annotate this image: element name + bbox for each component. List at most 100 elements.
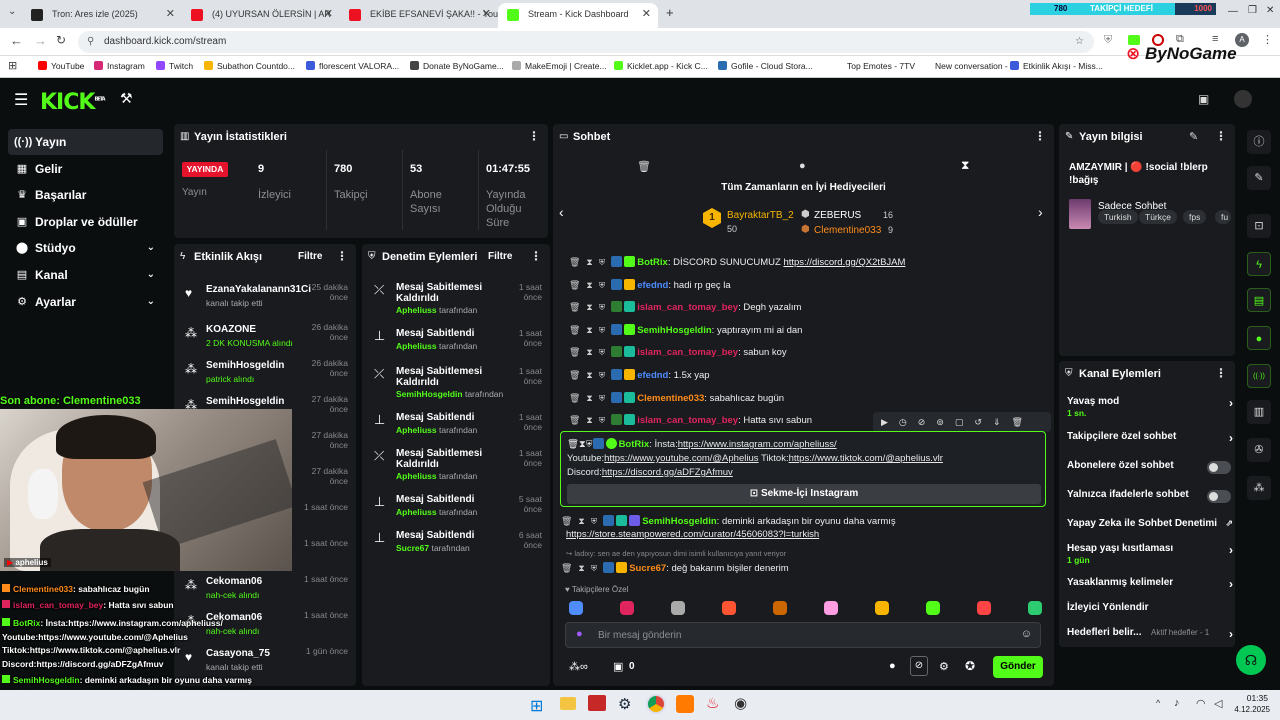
- chat-tab-icon[interactable]: ●: [799, 160, 806, 172]
- mic-tray-icon[interactable]: ♪: [1174, 697, 1180, 709]
- browser-tab[interactable]: (4) UYURSAN ÖLERSİN | AR ✕: [182, 3, 340, 28]
- sidebar-item-5[interactable]: ▤ Kanal ⌄: [8, 262, 163, 288]
- open-instagram-button[interactable]: ⊡ Sekme-İçi Instagram: [567, 484, 1041, 504]
- hamburger-menu-icon[interactable]: ☰: [14, 90, 28, 110]
- emoji-icon[interactable]: ☺: [1021, 628, 1032, 640]
- back-icon[interactable]: ←: [10, 33, 23, 48]
- wrench-icon[interactable]: ✇: [1247, 438, 1271, 462]
- chat-message[interactable]: 🗑⧗⛨ SemihHosgeldin: yaptırayım mi ai dan: [569, 324, 1049, 336]
- microphone-icon[interactable]: ●: [576, 628, 583, 640]
- chat-link[interactable]: https://www.tiktok.com/@aphelius.vlr: [789, 453, 943, 464]
- tag-chip[interactable]: fps: [1183, 210, 1207, 224]
- profile-avatar[interactable]: A: [1235, 33, 1249, 47]
- emote-icon[interactable]: [569, 601, 583, 615]
- message-action-toolbar[interactable]: ▶◷⊘⊚▢↺⇓🗑: [873, 412, 1051, 432]
- chat-username[interactable]: islam_can_tomay_bey: [637, 302, 738, 313]
- chat-link[interactable]: https://www.instagram.com/apheliuss/: [678, 439, 837, 450]
- support-headset-icon[interactable]: ☊: [1236, 645, 1266, 675]
- moderator-name[interactable]: Apheliuss: [396, 425, 437, 435]
- channel-action-item[interactable]: Abonelere özel sohbet: [1067, 460, 1231, 474]
- capture-icon[interactable]: ⊡: [1247, 214, 1271, 238]
- moderator-name[interactable]: SemihHosgeldin: [396, 389, 463, 399]
- moderator-name[interactable]: Sucre67: [396, 543, 429, 553]
- sidebar-item-6[interactable]: ⚙ Ayarlar ⌄: [8, 289, 163, 315]
- user-avatar[interactable]: [1234, 90, 1252, 108]
- app-icon[interactable]: [676, 695, 694, 713]
- more-options-icon[interactable]: ⋮: [1215, 129, 1227, 143]
- clipboard-icon[interactable]: ▤: [1247, 288, 1271, 312]
- emote-icon[interactable]: [671, 601, 685, 615]
- layout-icon[interactable]: ▥: [1247, 400, 1271, 424]
- moderation-item[interactable]: ⤫ Mesaj Sabitlemesi Kaldırıldı Apheliuss t…: [362, 278, 550, 326]
- pin-toggle-icon[interactable]: ⊘: [910, 656, 928, 676]
- toggle-switch[interactable]: [1207, 461, 1231, 474]
- apps-grid-icon[interactable]: ⊞: [8, 59, 17, 72]
- activity-item[interactable]: ⁂ KOAZONE 2 DK KONUSMA alındı 26 dakika önc…: [174, 316, 356, 352]
- volume-icon[interactable]: ◁: [1214, 697, 1222, 710]
- settings-icon[interactable]: ⚙: [939, 660, 949, 673]
- chat-message[interactable]: 🗑⧗⛨ efednd: 1.5x yap: [569, 369, 1049, 381]
- clock-date[interactable]: 4.12.2025: [1226, 705, 1270, 714]
- chat-link-line[interactable]: https://store.steampowered.com/curator/4…: [566, 529, 1046, 540]
- moderator-name[interactable]: Apheliuss: [396, 507, 437, 517]
- obs-icon[interactable]: ◉: [734, 694, 747, 712]
- channel-action-item[interactable]: İzleyici Yönlendir: [1067, 602, 1227, 613]
- moderation-filter-button[interactable]: Filtre: [488, 251, 512, 262]
- bookmark-item[interactable]: YouTube: [38, 61, 84, 71]
- bookmark-item[interactable]: Top Emotes - 7TV: [834, 61, 915, 71]
- chat-username[interactable]: efednd: [637, 370, 668, 381]
- tag-chip[interactable]: Turkish: [1098, 210, 1138, 224]
- menu-icon[interactable]: ⋮: [1262, 33, 1273, 46]
- activity-item[interactable]: ⁂ Cekoman06 nah-cek alındı 1 saat önce: [174, 568, 356, 604]
- hourglass-icon[interactable]: ⧗: [961, 158, 969, 173]
- minimize-icon[interactable]: —: [1228, 6, 1238, 17]
- browser-tab[interactable]: EKİBE EFSANEVİ ŞAKA!! - YouTu ✕: [340, 3, 498, 28]
- chat-message[interactable]: 🗑⧗⛨ efednd: hadi rp geç la: [569, 279, 1049, 291]
- chat-link[interactable]: https://store.steampowered.com/curator/4…: [566, 529, 819, 540]
- gift-icon[interactable]: ▣: [613, 660, 623, 673]
- activity-user[interactable]: Cekoman06: [206, 576, 262, 587]
- channel-action-item[interactable]: Takipçilere özel sohbet ›: [1067, 431, 1233, 445]
- chat-username[interactable]: islam_can_tomay_bey: [637, 347, 738, 358]
- kick-logo[interactable]: KICKBETA: [40, 90, 106, 115]
- chat-input[interactable]: ● Bir mesaj gönderin ☺: [565, 622, 1041, 648]
- network-icon[interactable]: ◠: [1196, 697, 1206, 710]
- activity-item[interactable]: ⁂ SemihHosgeldin patrick alındı 26 dakika ö…: [174, 352, 356, 388]
- chat-username[interactable]: BotRix: [619, 439, 650, 450]
- chat-message[interactable]: 🗑⧗⛨ Sucre67: deǧ bakarım bişiler denerim: [561, 562, 1041, 574]
- new-tab-button[interactable]: +: [666, 5, 674, 20]
- windows-start-icon[interactable]: ⊞: [530, 696, 543, 716]
- emote-icon[interactable]: [824, 601, 838, 615]
- bookmark-star-icon[interactable]: ☆: [1075, 31, 1084, 53]
- url-input[interactable]: ⚲ dashboard.kick.com/stream ☆: [78, 31, 1094, 53]
- channel-action-item[interactable]: Yavaş mod 1 sn. ›: [1067, 396, 1233, 418]
- sidebar-item-2[interactable]: ♛ Başarılar: [8, 182, 163, 208]
- chat-link[interactable]: https://discord.gg/aDFZgAfmuv: [602, 467, 733, 478]
- browser-tab-active[interactable]: Stream - Kick Dashboard ✕: [498, 3, 658, 28]
- close-icon[interactable]: ✕: [324, 3, 333, 26]
- more-options-icon[interactable]: ⋮: [1034, 129, 1046, 143]
- emote-icon[interactable]: [773, 601, 787, 615]
- clock-time[interactable]: 01:35: [1236, 693, 1268, 703]
- trash-icon[interactable]: 🗑: [637, 160, 651, 173]
- channel-action-item[interactable]: Hesap yaşı kısıtlaması 1 gün ›: [1067, 543, 1233, 565]
- steam-icon[interactable]: ⚙: [618, 695, 631, 713]
- chat-username[interactable]: efednd: [637, 280, 668, 291]
- bookmark-item[interactable]: Subathon Countdo...: [204, 61, 295, 71]
- sidebar-item-3[interactable]: ▣ Droplar ve ödüller: [8, 209, 163, 235]
- tab-search-icon[interactable]: ⌄: [8, 6, 16, 17]
- category-thumbnail[interactable]: [1069, 199, 1091, 229]
- site-info-icon[interactable]: ⚲: [87, 31, 94, 53]
- points-icon[interactable]: ⁂∞: [569, 660, 588, 673]
- bookmark-item[interactable]: Twitch: [156, 61, 193, 71]
- moderation-item[interactable]: ⤫ Mesaj Sabitlemesi Kaldırıldı Apheliuss t…: [362, 444, 550, 492]
- chat-username[interactable]: SemihHosgeldin: [637, 325, 711, 336]
- activity-item[interactable]: ♥ EzanaYakalanann31Ci kanalı takip etti 25 …: [174, 276, 356, 312]
- highlighted-message[interactable]: 🗑⧗⛨ BotRix: İnsta:https://www.instagram.c…: [560, 431, 1046, 507]
- chat-message[interactable]: 🗑⧗⛨ islam_can_tomay_bey: sabun koy: [569, 346, 1049, 358]
- emote-icon[interactable]: [620, 601, 634, 615]
- close-icon[interactable]: ✕: [482, 3, 491, 26]
- chat-link[interactable]: https://discord.gg/QX2tBJAM: [783, 257, 905, 268]
- bookmark-item[interactable]: Kicklet.app - Kick C...: [614, 61, 708, 71]
- more-options-icon[interactable]: ⋮: [336, 249, 348, 263]
